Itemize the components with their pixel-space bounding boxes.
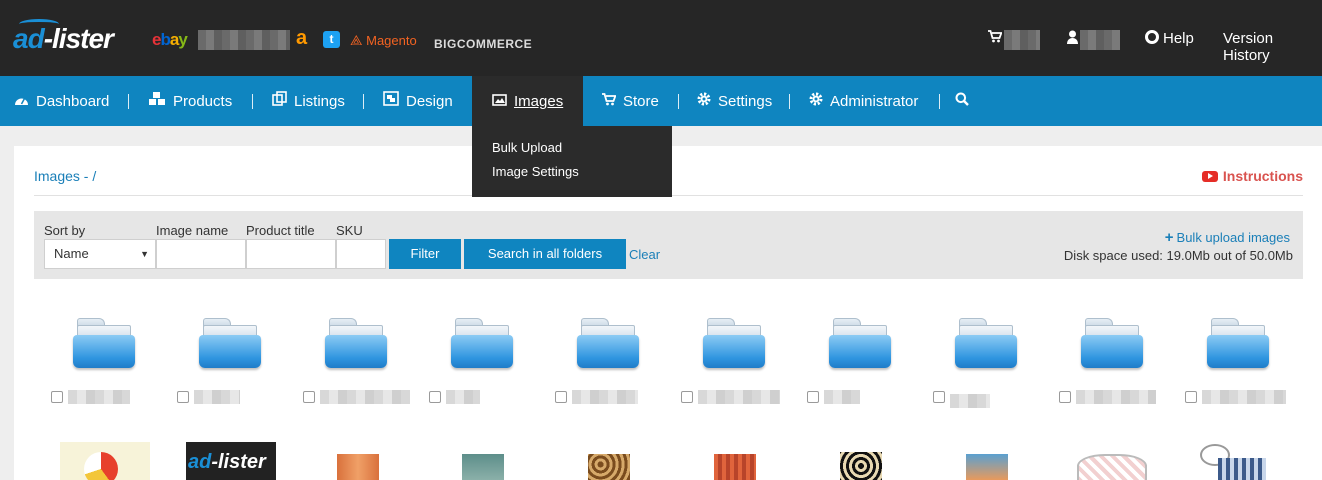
bigcommerce-logo[interactable]: BIGCOMMERCE: [434, 37, 532, 51]
folder-icon[interactable]: [829, 318, 891, 368]
product-title-input[interactable]: [246, 239, 336, 269]
folder-icon[interactable]: [703, 318, 765, 368]
nav-administrator[interactable]: Administrator: [809, 76, 918, 126]
nav-search[interactable]: [955, 76, 976, 126]
bulk-upload-images-link[interactable]: + Bulk upload images: [1165, 229, 1290, 246]
folder-icon[interactable]: [199, 318, 261, 368]
folder-icon[interactable]: [1081, 318, 1143, 368]
image-thumbnail[interactable]: [714, 454, 756, 480]
sort-by-label: Sort by: [44, 223, 86, 238]
help-link[interactable]: Help: [1145, 30, 1194, 47]
dashboard-icon: [14, 76, 29, 126]
redacted-folder-name: [446, 390, 480, 404]
nav-products[interactable]: Products: [148, 76, 232, 126]
image-name-label: Image name: [156, 223, 229, 238]
image-thumbnail[interactable]: [337, 454, 379, 480]
folder-checkbox[interactable]: [1059, 391, 1071, 403]
folder-icon[interactable]: [73, 318, 135, 368]
image-name-input[interactable]: [156, 239, 246, 269]
nav-settings[interactable]: Settings: [697, 76, 772, 126]
sort-by-select[interactable]: Name ▼: [44, 239, 156, 269]
caret-down-icon: ▼: [140, 249, 149, 259]
redacted-username: [1080, 30, 1120, 50]
image-thumbnail[interactable]: ad-lister: [186, 442, 276, 480]
disk-space-used: Disk space used: 19.0Mb out of 50.0Mb: [1063, 248, 1293, 263]
image-thumbnail[interactable]: [1069, 446, 1153, 480]
redacted-folder-name: [950, 394, 990, 408]
redacted-cart-count: [1004, 30, 1040, 50]
cart-link[interactable]: [988, 30, 1003, 47]
gear-icon: [697, 76, 711, 126]
menu-item-bulk-upload[interactable]: Bulk Upload: [472, 140, 672, 164]
folder-icon[interactable]: [955, 318, 1017, 368]
redacted-folder-name: [194, 390, 240, 404]
magento-logo[interactable]: ⟁ Magento: [350, 32, 417, 49]
folder-checkbox[interactable]: [303, 391, 315, 403]
folder-checkbox[interactable]: [177, 391, 189, 403]
version-history-link[interactable]: Version History: [1223, 30, 1322, 64]
folder-icon[interactable]: [325, 318, 387, 368]
search-icon: [955, 76, 969, 126]
picture-icon: [492, 76, 507, 126]
folder-checkbox[interactable]: [1185, 391, 1197, 403]
clone-icon: [272, 76, 287, 126]
redacted-account-name: [198, 30, 290, 50]
menu-item-image-settings[interactable]: Image Settings: [472, 164, 672, 188]
folder-checkbox[interactable]: [681, 391, 693, 403]
redacted-folder-name: [68, 390, 130, 404]
search-all-folders-button[interactable]: Search in all folders: [464, 239, 626, 269]
nav-store[interactable]: Store: [602, 76, 659, 126]
instructions-link[interactable]: Instructions: [1201, 168, 1303, 184]
sku-input[interactable]: [336, 239, 386, 269]
redacted-folder-name: [824, 390, 860, 404]
image-thumbnail[interactable]: [840, 452, 882, 480]
redacted-folder-name: [698, 390, 780, 404]
sku-label: SKU: [336, 223, 363, 238]
folder-icon[interactable]: [1207, 318, 1269, 368]
top-bar: ad-lister ebay a t ⟁ Magento BIGCOMMERCE…: [0, 0, 1322, 76]
redacted-folder-name: [1202, 390, 1286, 404]
product-title-label: Product title: [246, 223, 315, 238]
cubes-icon: [148, 76, 166, 126]
ad-lister-logo[interactable]: ad-lister: [13, 19, 114, 55]
main-nav: Dashboard Products Listings Design Image…: [0, 76, 1322, 126]
amazon-logo[interactable]: a: [296, 27, 307, 50]
redacted-folder-name: [572, 390, 638, 404]
gear-icon: [809, 76, 823, 126]
object-group-icon: [383, 76, 399, 126]
filter-button[interactable]: Filter: [389, 239, 461, 269]
lifebuoy-icon: [1145, 30, 1159, 44]
folder-checkbox[interactable]: [51, 391, 63, 403]
user-icon: [1067, 30, 1078, 48]
twitter-icon[interactable]: t: [323, 31, 340, 48]
image-thumbnail[interactable]: [462, 454, 504, 480]
image-thumbnail[interactable]: [966, 454, 1008, 480]
redacted-folder-name: [1076, 390, 1156, 404]
nav-listings[interactable]: Listings: [272, 76, 345, 126]
redacted-folder-name: [320, 390, 410, 404]
nav-images[interactable]: Images: [472, 76, 584, 126]
breadcrumb[interactable]: Images - /: [34, 168, 96, 184]
user-menu[interactable]: [1067, 30, 1078, 48]
nav-design[interactable]: Design: [383, 76, 453, 126]
nav-dashboard[interactable]: Dashboard: [14, 76, 109, 126]
filter-bar: Sort by Name ▼ Image name Product title …: [34, 211, 1303, 279]
image-thumbnail[interactable]: [60, 442, 150, 480]
shopping-cart-icon: [602, 76, 617, 126]
image-thumbnail[interactable]: [1194, 442, 1274, 480]
clear-link[interactable]: Clear: [629, 247, 660, 262]
image-thumbnail[interactable]: [588, 454, 630, 480]
folder-checkbox[interactable]: [933, 391, 945, 403]
cart-icon: [988, 30, 1003, 47]
ebay-logo[interactable]: ebay: [152, 30, 188, 50]
folder-icon[interactable]: [451, 318, 513, 368]
folder-checkbox[interactable]: [429, 391, 441, 403]
plus-icon: +: [1164, 229, 1174, 246]
youtube-icon: [1201, 171, 1218, 182]
images-dropdown-menu: Bulk Upload Image Settings: [472, 126, 672, 197]
folder-checkbox[interactable]: [555, 391, 567, 403]
folder-checkbox[interactable]: [807, 391, 819, 403]
folder-icon[interactable]: [577, 318, 639, 368]
